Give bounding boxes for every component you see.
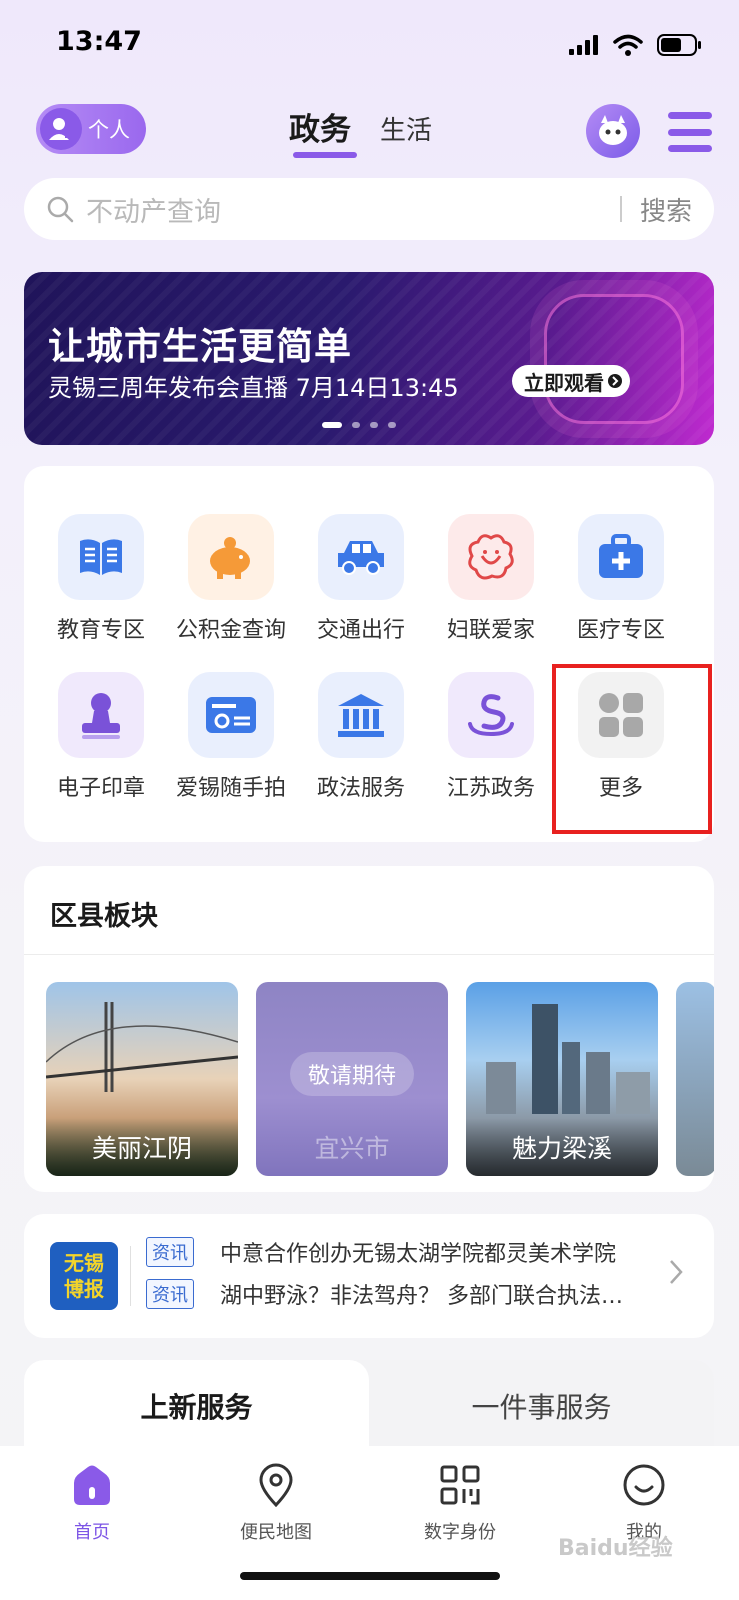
bridge-image [46,1002,238,1092]
service-label: 交通出行 [316,618,405,643]
tab-new-services[interactable]: 上新服务 [24,1386,369,1426]
service-medical[interactable]: 医疗专区 [556,514,686,644]
status-time: 13:47 [56,26,142,57]
banner-decoration [544,294,684,424]
tile-label: 美丽江阴 [46,1118,238,1176]
promo-banner[interactable]: 让城市生活更简单 灵锡三周年发布会直播 7月14日13:45 立即观看 [24,272,714,445]
divider [130,1246,131,1306]
search-button[interactable]: 搜索 [640,191,692,228]
menu-icon[interactable] [668,112,712,152]
banner-title: 让城市生活更简单 [48,325,352,368]
courthouse-icon [318,672,404,758]
jiangsu-logo-icon [448,672,534,758]
service-legal[interactable]: 政法服务 [296,672,426,802]
smiley-icon [584,1462,704,1508]
service-e-seal[interactable]: 电子印章 [36,672,166,802]
news-item[interactable]: 资讯 湖中野泳？非法驾舟？ 多部门联合执法… [146,1278,650,1310]
status-icons [569,34,703,56]
carousel-dot [370,422,378,428]
news-tag: 资讯 [146,1279,194,1309]
district-card: 区县板块 美丽江阴 敬请期待 宜兴市 魅力梁溪 [24,866,714,1192]
service-housing-fund[interactable]: 公积金查询 [166,514,296,644]
assistant-avatar-icon[interactable] [586,104,640,158]
section-title: 区县板块 [50,901,158,932]
district-tile-liangxi[interactable]: 魅力梁溪 [466,982,658,1176]
watermark-text: Baidu经验 [558,1536,673,1561]
city-skyline-image [486,1004,650,1114]
nav-digital-id[interactable]: 数字身份 [400,1462,520,1544]
qr-code-icon [400,1462,520,1508]
tile-label: 宜兴市 [314,1134,390,1163]
service-snapshot[interactable]: 爱锡随手拍 [166,672,296,802]
carousel-indicator [322,422,396,428]
nav-label: 数字身份 [424,1522,496,1543]
nav-home[interactable]: 首页 [32,1462,152,1544]
home-indicator[interactable] [240,1572,500,1580]
service-label: 教育专区 [56,618,145,643]
nav-label: 首页 [74,1522,110,1543]
camera-card-icon [188,672,274,758]
persona-switch-button[interactable]: 个人 [36,104,146,154]
district-tile-jiangyin[interactable]: 美丽江阴 [46,982,238,1176]
service-jiangsu-gov[interactable]: 江苏政务 [426,672,556,802]
search-divider [619,196,622,222]
service-education[interactable]: 教育专区 [36,514,166,644]
news-tag: 资讯 [146,1237,194,1267]
district-tile-partial[interactable] [676,982,714,1176]
service-label: 妇联爱家 [446,618,535,643]
tile-label: 魅力梁溪 [466,1118,658,1176]
service-label: 爱锡随手拍 [175,776,286,801]
service-label: 医疗专区 [576,618,665,643]
tab-one-thing-services[interactable]: 一件事服务 [369,1386,714,1426]
wifi-icon [613,34,643,56]
search-bar[interactable]: 不动产查询 搜索 [24,178,714,240]
stamp-icon [58,672,144,758]
book-icon [58,514,144,600]
news-logo-line1: 无锡 [64,1251,104,1275]
search-input[interactable]: 不动产查询 [86,190,620,229]
service-label: 江苏政务 [446,776,535,801]
carousel-dot [388,422,396,428]
flower-logo-icon [448,514,534,600]
divider [24,954,714,955]
news-headline: 中意合作创办无锡太湖学院都灵美术学院 [220,1242,617,1267]
coming-soon-badge: 敬请期待 [290,1052,414,1096]
news-logo-line2: 博报 [64,1277,104,1301]
car-icon [318,514,404,600]
service-transport[interactable]: 交通出行 [296,514,426,644]
service-label: 电子印章 [56,776,145,801]
service-womens-federation[interactable]: 妇联爱家 [426,514,556,644]
news-item[interactable]: 资讯 中意合作创办无锡太湖学院都灵美术学院 [146,1236,650,1268]
tab-active-indicator [293,152,357,158]
signal-icon [569,35,598,55]
news-card[interactable]: 无锡 博报 资讯 中意合作创办无锡太湖学院都灵美术学院 资讯 湖中野泳？非法驾舟… [24,1214,714,1338]
news-logo: 无锡 博报 [50,1242,118,1310]
service-label: 公积金查询 [175,618,286,643]
tab-government[interactable]: 政务 [289,104,351,149]
nav-label: 便民地图 [240,1522,312,1543]
home-icon [32,1462,152,1508]
service-label: 政法服务 [316,776,405,801]
search-icon [47,196,74,223]
watch-now-label: 立即观看 [524,370,604,395]
persona-icon [40,108,82,150]
chevron-right-icon [608,374,622,388]
map-pin-icon [216,1462,336,1508]
highlight-annotation [552,664,712,834]
district-tile-yixing[interactable]: 敬请期待 宜兴市 [256,982,448,1176]
medical-kit-icon [578,514,664,600]
carousel-dot [322,422,342,428]
tab-life[interactable]: 生活 [380,110,432,147]
persona-label: 个人 [88,118,130,142]
news-headline: 湖中野泳？非法驾舟？ 多部门联合执法… [220,1284,623,1309]
banner-subtitle: 灵锡三周年发布会直播 7月14日13:45 [48,374,459,402]
carousel-dot [352,422,360,428]
piggy-bank-icon [188,514,274,600]
watch-now-button[interactable]: 立即观看 [512,365,630,397]
nav-map[interactable]: 便民地图 [216,1462,336,1544]
battery-icon [657,34,701,56]
chevron-right-icon [670,1260,683,1284]
